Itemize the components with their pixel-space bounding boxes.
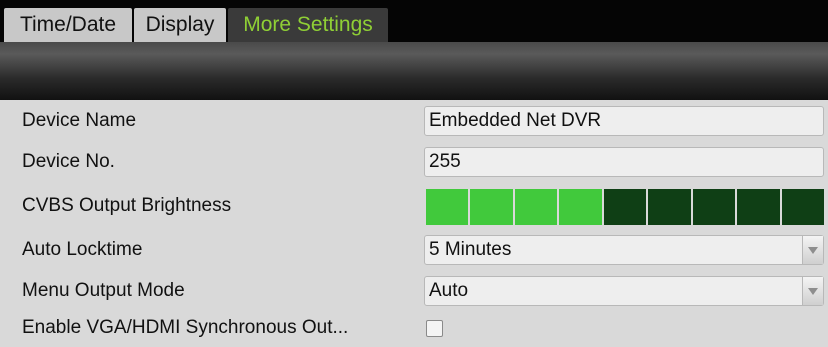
brightness-segment-on[interactable] — [514, 189, 558, 225]
cvbs-brightness-slider[interactable] — [426, 189, 824, 225]
auto-locktime-value: 5 Minutes — [429, 239, 512, 260]
tab-bar: Time/Date Display More Settings — [0, 0, 828, 42]
auto-locktime-label: Auto Locktime — [22, 239, 143, 260]
brightness-segment-off[interactable] — [737, 189, 780, 225]
row-menu-output-mode: Menu Output Mode Auto — [0, 272, 828, 310]
chevron-down-icon — [808, 287, 818, 295]
vga-hdmi-sync-label: Enable VGA/HDMI Synchronous Out... — [22, 317, 349, 338]
menu-output-mode-label: Menu Output Mode — [22, 280, 185, 301]
tab-more-settings[interactable]: More Settings — [228, 8, 388, 42]
tab-time-date[interactable]: Time/Date — [4, 8, 132, 42]
row-auto-locktime: Auto Locktime 5 Minutes — [0, 231, 828, 269]
device-name-value: Embedded Net DVR — [429, 110, 602, 131]
settings-form: Device Name Embedded Net DVR Device No. … — [0, 100, 828, 347]
row-cvbs-brightness: CVBS Output Brightness — [0, 187, 828, 225]
device-name-input[interactable]: Embedded Net DVR — [424, 106, 824, 136]
row-device-name: Device Name Embedded Net DVR — [0, 102, 828, 140]
vga-hdmi-sync-checkbox[interactable] — [426, 320, 443, 337]
brightness-segment-off[interactable] — [781, 189, 824, 225]
device-name-label: Device Name — [22, 110, 137, 131]
menu-output-mode-dropdown-button[interactable] — [802, 277, 823, 305]
auto-locktime-dropdown-button[interactable] — [802, 236, 823, 264]
brightness-segment-off[interactable] — [648, 189, 691, 225]
brightness-segment-on[interactable] — [426, 189, 469, 225]
brightness-segment-on[interactable] — [559, 189, 602, 225]
device-no-input[interactable]: 255 — [424, 147, 824, 177]
tab-display[interactable]: Display — [134, 8, 226, 42]
menu-output-mode-value: Auto — [429, 280, 469, 301]
menu-output-mode-select[interactable]: Auto — [424, 276, 824, 306]
chevron-down-icon — [808, 246, 818, 254]
brightness-segment-on[interactable] — [470, 189, 513, 225]
row-vga-hdmi-sync: Enable VGA/HDMI Synchronous Out... — [0, 309, 828, 347]
row-device-no: Device No. 255 — [0, 143, 828, 181]
device-no-label: Device No. — [22, 151, 115, 172]
brightness-segment-off[interactable] — [603, 189, 647, 225]
device-no-value: 255 — [429, 151, 461, 172]
auto-locktime-select[interactable]: 5 Minutes — [424, 235, 824, 265]
brightness-segment-off[interactable] — [692, 189, 736, 225]
cvbs-brightness-label: CVBS Output Brightness — [22, 195, 232, 216]
header-band — [0, 42, 828, 100]
